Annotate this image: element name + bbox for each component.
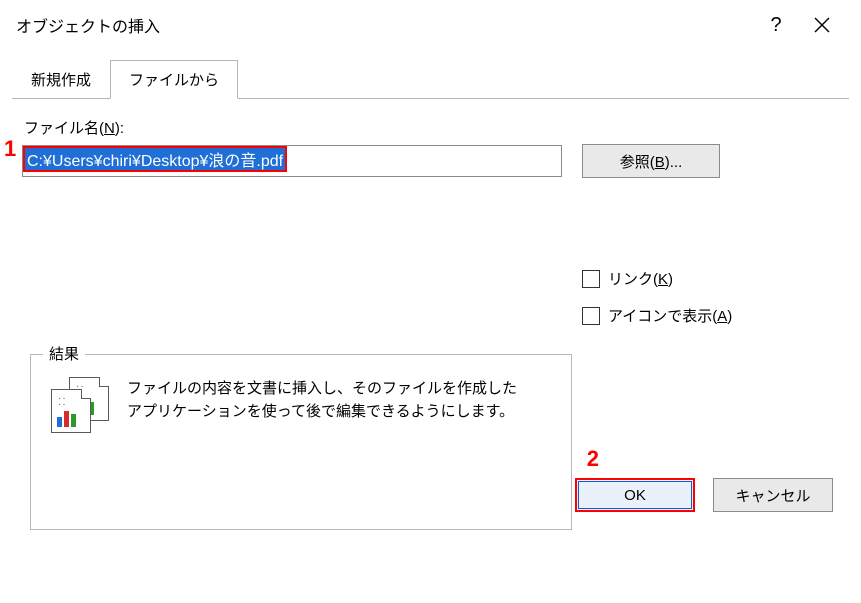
display-as-icon-label: アイコンで表示(A)	[608, 305, 732, 326]
annotation-1: 1	[4, 136, 16, 162]
link-checkbox-label: リンク(K)	[608, 268, 673, 289]
dialog-footer: 2 OK キャンセル	[0, 478, 861, 512]
checkbox-icon	[582, 270, 600, 288]
cancel-button[interactable]: キャンセル	[713, 478, 833, 512]
close-button[interactable]	[799, 5, 845, 45]
display-as-icon-checkbox[interactable]: アイコンで表示(A)	[582, 305, 839, 326]
annotation-highlight: C:¥Users¥chiri¥Desktop¥浪の音.pdf	[23, 146, 287, 172]
link-checkbox[interactable]: リンク(K)	[582, 268, 839, 289]
help-button[interactable]: ?	[753, 5, 799, 45]
browse-button[interactable]: 参照(B)...	[582, 144, 720, 178]
filename-label: ファイル名(N):	[24, 117, 839, 138]
ok-button[interactable]: OK	[575, 478, 695, 512]
filename-row: 1 C:¥Users¥chiri¥Desktop¥浪の音.pdf 参照(B)..…	[22, 144, 839, 178]
title-bar: オブジェクトの挿入 ?	[0, 0, 861, 50]
embed-object-icon: ···· ····	[51, 377, 109, 433]
close-icon	[814, 17, 830, 33]
result-description: ファイルの内容を文書に挿入し、そのファイルを作成したアプリケーションを使って後で…	[127, 377, 527, 424]
checkbox-icon	[582, 307, 600, 325]
result-legend: 結果	[43, 343, 85, 364]
checkbox-group: リンク(K) アイコンで表示(A)	[582, 268, 839, 326]
content-area: ファイル名(N): 1 C:¥Users¥chiri¥Desktop¥浪の音.p…	[0, 99, 861, 530]
window-title: オブジェクトの挿入	[16, 13, 753, 37]
tab-from-file[interactable]: ファイルから	[110, 60, 238, 99]
tab-new[interactable]: 新規作成	[12, 60, 110, 99]
filename-input-wrap: C:¥Users¥chiri¥Desktop¥浪の音.pdf	[22, 145, 562, 177]
tab-strip: 新規作成 ファイルから	[12, 60, 861, 99]
